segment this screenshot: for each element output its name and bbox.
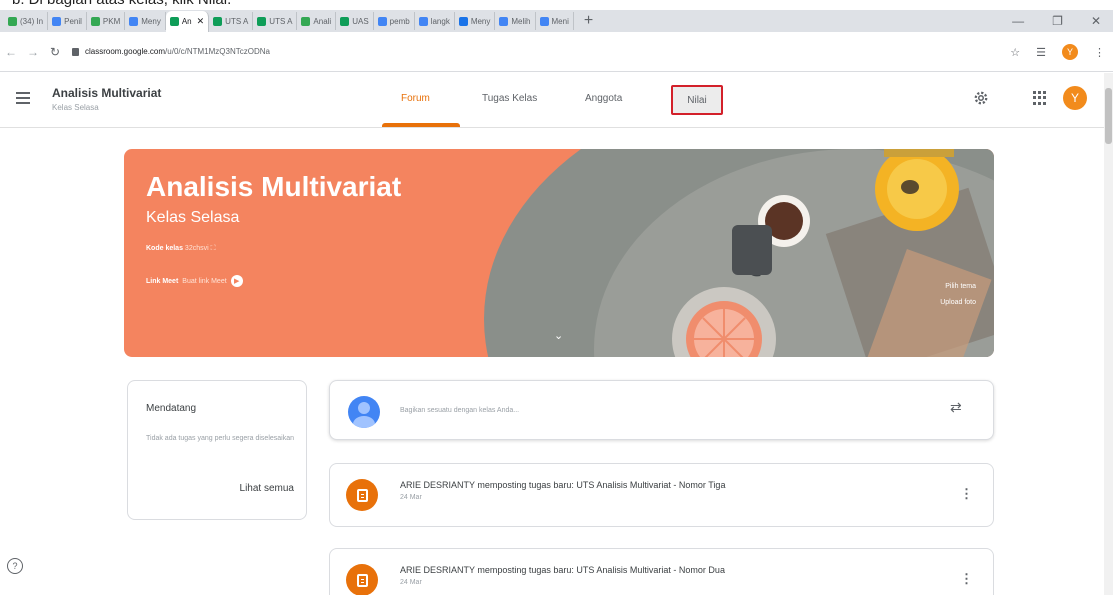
banner-class-subtitle: Kelas Selasa [146, 209, 240, 226]
select-theme-link[interactable]: Pilih tema [716, 283, 976, 290]
reading-list-icon[interactable]: ☰ [1036, 46, 1046, 59]
caption-text: b. Di bagian atas kelas, klik Nilai. [12, 0, 231, 8]
meet-link-value[interactable]: Buat link Meet [182, 278, 226, 285]
close-tab-icon[interactable]: ✕ [197, 16, 205, 27]
banner-class-title: Analisis Multivariat [146, 171, 402, 202]
share-placeholder[interactable]: Bagikan sesuatu dengan kelas Anda... [400, 407, 519, 414]
account-avatar[interactable]: Y [1063, 86, 1087, 110]
class-banner: Analisis Multivariat Kelas Selasa Kode k… [124, 149, 994, 357]
address-bar: ← → ↻ classroom.google.com/u/0/c/NTM1MzQ… [0, 32, 1113, 72]
browser-tab[interactable]: Meny [125, 12, 166, 30]
class-code: Kode kelas 32chsvi ⛶ [146, 245, 216, 252]
header-class-title[interactable]: Analisis Multivariat [52, 86, 161, 100]
fullscreen-icon[interactable]: ⛶ [211, 245, 216, 252]
upload-photo-link[interactable]: Upload foto [716, 299, 976, 306]
chevron-down-icon[interactable]: ⌄ [554, 329, 563, 342]
tab-favicon-icon [129, 16, 139, 26]
view-all-link[interactable]: Lihat semua [240, 483, 294, 494]
tab-favicon-icon [301, 16, 311, 26]
more-options-icon[interactable]: ⋮ [960, 571, 973, 587]
tab-grades-highlighted[interactable]: Nilai [671, 85, 723, 115]
tab-favicon-icon [499, 16, 509, 26]
tab-forum[interactable]: Forum [401, 93, 430, 104]
url-host: classroom.google.com [85, 47, 166, 56]
new-tab-button[interactable]: + [574, 12, 603, 30]
lock-icon [72, 47, 79, 56]
tab-favicon-icon [213, 16, 223, 26]
tab-favicon-icon [340, 16, 350, 26]
assignment-icon [346, 564, 378, 595]
active-tab-indicator [382, 123, 460, 127]
post-date: 24 Mar [400, 579, 422, 586]
tab-classwork[interactable]: Tugas Kelas [482, 93, 537, 104]
document-caption: b. Di bagian atas kelas, klik Nilai. [0, 0, 1113, 10]
window-controls: — ❐ ✕ [1012, 10, 1107, 32]
classroom-header: Analisis Multivariat Kelas Selasa Forum … [0, 73, 1113, 128]
tab-favicon-icon [52, 16, 62, 26]
assignment-icon [346, 479, 378, 511]
share-box[interactable]: Bagikan sesuatu dengan kelas Anda... ⇄ [329, 380, 994, 440]
url-path: /u/0/c/NTM1MzQ3NTczODNa [165, 47, 270, 56]
forward-icon[interactable]: → [22, 45, 44, 59]
tab-grades-label: Nilai [687, 94, 707, 106]
scrollbar-track[interactable] [1104, 73, 1113, 595]
repost-icon[interactable]: ⇄ [950, 399, 962, 416]
post-title[interactable]: ARIE DESRIANTY memposting tugas baru: UT… [400, 480, 725, 490]
upcoming-title: Mendatang [146, 403, 197, 414]
meet-link: Link Meet Buat link Meet ▶ [146, 275, 243, 287]
browser-menu-icon[interactable]: ⋮ [1094, 46, 1105, 59]
tab-favicon-icon [8, 16, 17, 26]
back-icon[interactable]: ← [0, 45, 22, 59]
close-window-icon[interactable]: ✕ [1091, 14, 1101, 28]
browser-tab[interactable]: Meny [455, 12, 496, 30]
maximize-icon[interactable]: ❐ [1052, 14, 1063, 28]
toolbar-right: ☆ ☰ Y ⋮ [1010, 32, 1105, 72]
google-apps-icon[interactable] [1033, 91, 1047, 105]
browser-tab-active[interactable]: An ✕ [165, 11, 210, 32]
browser-tab[interactable]: (34) In [4, 12, 49, 30]
upcoming-empty-text: Tidak ada tugas yang perlu segera disele… [146, 435, 295, 442]
tab-favicon-icon [90, 16, 100, 26]
tab-favicon-icon [169, 17, 179, 26]
header-class-subtitle: Kelas Selasa [52, 103, 99, 112]
class-code-value[interactable]: 32chsvi [185, 245, 209, 252]
settings-gear-icon[interactable] [972, 89, 990, 107]
browser-tab-strip: (34) In Penil PKM Meny An ✕ UTS A UTS A A… [0, 10, 1113, 32]
browser-tab[interactable]: Penil [48, 12, 87, 30]
browser-profile-avatar[interactable]: Y [1062, 44, 1078, 60]
browser-tab[interactable]: UAS [336, 12, 374, 30]
stream-post[interactable]: ARIE DESRIANTY memposting tugas baru: UT… [329, 548, 994, 595]
main-menu-icon[interactable] [16, 92, 30, 104]
browser-tab[interactable]: PKM [87, 12, 126, 30]
upcoming-card: Mendatang Tidak ada tugas yang perlu seg… [127, 380, 307, 520]
browser-tab[interactable]: pemb [374, 12, 415, 30]
more-options-icon[interactable]: ⋮ [960, 486, 973, 502]
stream-post[interactable]: ARIE DESRIANTY memposting tugas baru: UT… [329, 463, 994, 527]
browser-tab[interactable]: Melih [495, 12, 536, 30]
tab-favicon-icon [539, 16, 549, 26]
user-avatar [348, 396, 380, 428]
page: b. Di bagian atas kelas, klik Nilai. (34… [0, 0, 1113, 595]
tab-favicon-icon [458, 16, 468, 26]
browser-tab[interactable]: UTS A [209, 12, 254, 30]
tab-favicon-icon [418, 16, 428, 26]
tab-people[interactable]: Anggota [585, 93, 622, 104]
url-field[interactable]: classroom.google.com/u/0/c/NTM1MzQ3NTczO… [72, 40, 932, 64]
help-icon[interactable]: ? [7, 558, 23, 574]
meet-arrow-icon[interactable]: ▶ [230, 275, 243, 287]
bookmark-star-icon[interactable]: ☆ [1010, 46, 1020, 59]
post-date: 24 Mar [400, 494, 422, 501]
browser-tab[interactable]: Meni [536, 12, 574, 30]
post-title[interactable]: ARIE DESRIANTY memposting tugas baru: UT… [400, 565, 725, 575]
browser-tab[interactable]: langk [415, 12, 455, 30]
browser-tab[interactable]: UTS A [253, 12, 298, 30]
reload-icon[interactable]: ↻ [44, 45, 66, 59]
scrollbar-thumb[interactable] [1105, 88, 1112, 144]
tab-favicon-icon [377, 16, 387, 26]
minimize-icon[interactable]: — [1012, 14, 1024, 28]
tab-favicon-icon [257, 16, 267, 26]
browser-tab[interactable]: Anali [297, 12, 337, 30]
